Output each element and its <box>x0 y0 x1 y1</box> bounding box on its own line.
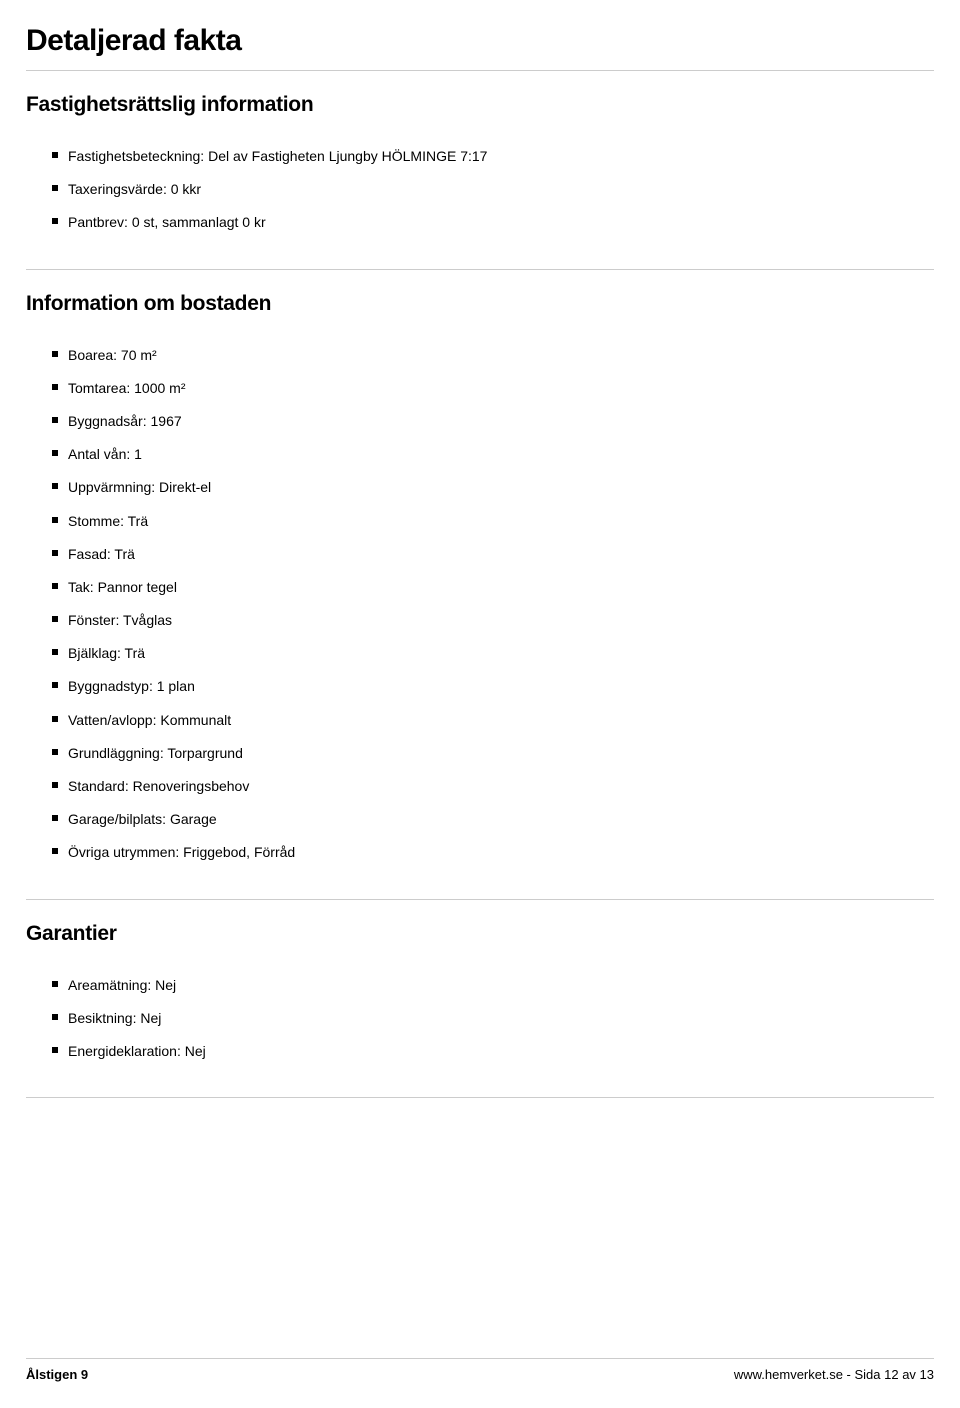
list-item: Stomme: Trä <box>26 512 934 530</box>
list-item: Besiktning: Nej <box>26 1009 934 1027</box>
list-item: Byggnadstyp: 1 plan <box>26 677 934 695</box>
section-property-legal: Fastighetsrättslig information Fastighet… <box>26 71 934 270</box>
section-dwelling-info: Information om bostaden Boarea: 70 m² To… <box>26 270 934 900</box>
section-title: Information om bostaden <box>26 292 934 316</box>
list-item: Energideklaration: Nej <box>26 1042 934 1060</box>
list-item: Bjälklag: Trä <box>26 644 934 662</box>
section-guarantees: Garantier Areamätning: Nej Besiktning: N… <box>26 900 934 1099</box>
page-title: Detaljerad fakta <box>26 24 934 58</box>
footer-address: Ålstigen 9 <box>26 1367 88 1382</box>
list-item: Grundläggning: Torpargrund <box>26 744 934 762</box>
list-item: Pantbrev: 0 st, sammanlagt 0 kr <box>26 213 934 231</box>
list-item: Standard: Renoveringsbehov <box>26 777 934 795</box>
list-item: Fönster: Tvåglas <box>26 611 934 629</box>
page-footer: Ålstigen 9 www.hemverket.se - Sida 12 av… <box>26 1358 934 1382</box>
info-list: Boarea: 70 m² Tomtarea: 1000 m² Byggnads… <box>26 328 934 899</box>
list-item: Byggnadsår: 1967 <box>26 412 934 430</box>
info-list: Areamätning: Nej Besiktning: Nej Energid… <box>26 958 934 1098</box>
list-item: Antal vån: 1 <box>26 445 934 463</box>
divider <box>26 1097 934 1098</box>
list-item: Vatten/avlopp: Kommunalt <box>26 711 934 729</box>
list-item: Uppvärmning: Direkt-el <box>26 478 934 496</box>
list-item: Areamätning: Nej <box>26 976 934 994</box>
list-item: Taxeringsvärde: 0 kkr <box>26 180 934 198</box>
list-item: Tak: Pannor tegel <box>26 578 934 596</box>
list-item: Övriga utrymmen: Friggebod, Förråd <box>26 843 934 861</box>
list-item: Garage/bilplats: Garage <box>26 810 934 828</box>
section-title: Fastighetsrättslig information <box>26 93 934 117</box>
footer-page-info: www.hemverket.se - Sida 12 av 13 <box>734 1367 934 1382</box>
list-item: Fastighetsbeteckning: Del av Fastigheten… <box>26 147 934 165</box>
section-title: Garantier <box>26 922 934 946</box>
list-item: Fasad: Trä <box>26 545 934 563</box>
divider <box>26 1358 934 1359</box>
list-item: Boarea: 70 m² <box>26 346 934 364</box>
info-list: Fastighetsbeteckning: Del av Fastigheten… <box>26 129 934 269</box>
list-item: Tomtarea: 1000 m² <box>26 379 934 397</box>
